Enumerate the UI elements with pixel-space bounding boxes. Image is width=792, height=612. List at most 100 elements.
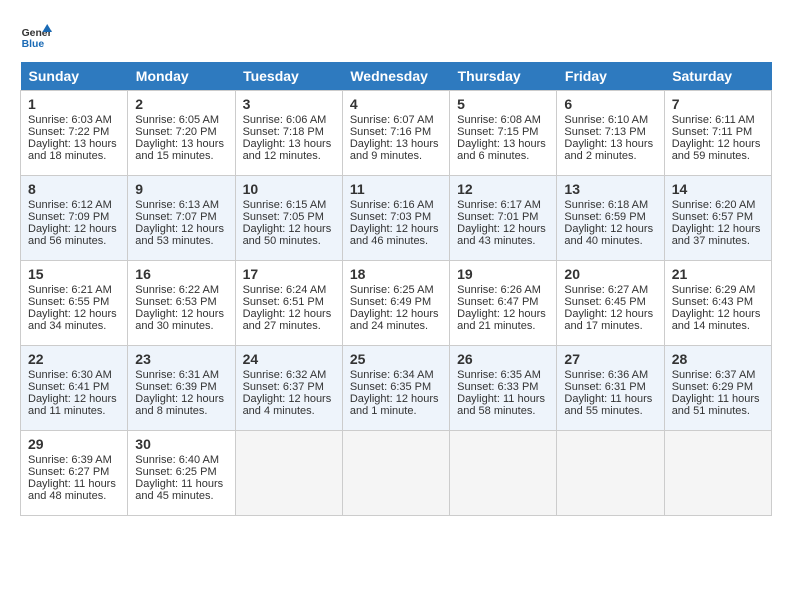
table-row: 28Sunrise: 6:37 AMSunset: 6:29 PMDayligh… (664, 346, 771, 431)
day-number: 25 (350, 351, 442, 367)
sunrise-text: Sunrise: 6:05 AM (135, 114, 219, 126)
calendar-table: Sunday Monday Tuesday Wednesday Thursday… (20, 62, 772, 516)
sunset-text: Sunset: 7:13 PM (564, 126, 645, 138)
daylight-text: Daylight: 12 hours and 21 minutes. (457, 308, 546, 332)
day-number: 27 (564, 351, 656, 367)
sunset-text: Sunset: 7:07 PM (135, 211, 216, 223)
sunset-text: Sunset: 7:05 PM (243, 211, 324, 223)
table-row: 7Sunrise: 6:11 AMSunset: 7:11 PMDaylight… (664, 91, 771, 176)
sunset-text: Sunset: 6:51 PM (243, 296, 324, 308)
sunrise-text: Sunrise: 6:08 AM (457, 114, 541, 126)
col-saturday: Saturday (664, 62, 771, 91)
sunrise-text: Sunrise: 6:25 AM (350, 284, 434, 296)
day-number: 5 (457, 96, 549, 112)
sunrise-text: Sunrise: 6:34 AM (350, 369, 434, 381)
sunset-text: Sunset: 6:25 PM (135, 466, 216, 478)
sunrise-text: Sunrise: 6:37 AM (672, 369, 756, 381)
day-number: 10 (243, 181, 335, 197)
col-thursday: Thursday (450, 62, 557, 91)
calendar-row: 22Sunrise: 6:30 AMSunset: 6:41 PMDayligh… (21, 346, 772, 431)
daylight-text: Daylight: 12 hours and 27 minutes. (243, 308, 332, 332)
sunset-text: Sunset: 7:16 PM (350, 126, 431, 138)
day-number: 22 (28, 351, 120, 367)
sunset-text: Sunset: 6:39 PM (135, 381, 216, 393)
day-number: 19 (457, 266, 549, 282)
sunset-text: Sunset: 6:57 PM (672, 211, 753, 223)
sunset-text: Sunset: 7:18 PM (243, 126, 324, 138)
day-number: 24 (243, 351, 335, 367)
table-row: 15Sunrise: 6:21 AMSunset: 6:55 PMDayligh… (21, 261, 128, 346)
sunrise-text: Sunrise: 6:17 AM (457, 199, 541, 211)
sunrise-text: Sunrise: 6:24 AM (243, 284, 327, 296)
day-number: 14 (672, 181, 764, 197)
day-number: 13 (564, 181, 656, 197)
table-row: 25Sunrise: 6:34 AMSunset: 6:35 PMDayligh… (342, 346, 449, 431)
sunrise-text: Sunrise: 6:21 AM (28, 284, 112, 296)
sunset-text: Sunset: 6:43 PM (672, 296, 753, 308)
daylight-text: Daylight: 12 hours and 30 minutes. (135, 308, 224, 332)
table-row: 26Sunrise: 6:35 AMSunset: 6:33 PMDayligh… (450, 346, 557, 431)
sunrise-text: Sunrise: 6:07 AM (350, 114, 434, 126)
daylight-text: Daylight: 11 hours and 55 minutes. (564, 393, 652, 417)
sunrise-text: Sunrise: 6:32 AM (243, 369, 327, 381)
table-row: 14Sunrise: 6:20 AMSunset: 6:57 PMDayligh… (664, 176, 771, 261)
sunset-text: Sunset: 6:29 PM (672, 381, 753, 393)
table-row: 4Sunrise: 6:07 AMSunset: 7:16 PMDaylight… (342, 91, 449, 176)
table-row (664, 431, 771, 516)
sunset-text: Sunset: 7:03 PM (350, 211, 431, 223)
sunrise-text: Sunrise: 6:30 AM (28, 369, 112, 381)
sunrise-text: Sunrise: 6:31 AM (135, 369, 219, 381)
sunrise-text: Sunrise: 6:40 AM (135, 454, 219, 466)
daylight-text: Daylight: 11 hours and 45 minutes. (135, 478, 223, 502)
table-row: 20Sunrise: 6:27 AMSunset: 6:45 PMDayligh… (557, 261, 664, 346)
sunset-text: Sunset: 7:15 PM (457, 126, 538, 138)
day-number: 3 (243, 96, 335, 112)
day-number: 29 (28, 436, 120, 452)
sunrise-text: Sunrise: 6:03 AM (28, 114, 112, 126)
daylight-text: Daylight: 12 hours and 37 minutes. (672, 223, 761, 247)
col-monday: Monday (128, 62, 235, 91)
svg-text:Blue: Blue (22, 39, 45, 50)
page-header: General Blue (20, 20, 772, 52)
daylight-text: Daylight: 11 hours and 48 minutes. (28, 478, 116, 502)
daylight-text: Daylight: 12 hours and 59 minutes. (672, 138, 761, 162)
header-row: Sunday Monday Tuesday Wednesday Thursday… (21, 62, 772, 91)
sunrise-text: Sunrise: 6:11 AM (672, 114, 755, 126)
col-tuesday: Tuesday (235, 62, 342, 91)
table-row (450, 431, 557, 516)
sunrise-text: Sunrise: 6:36 AM (564, 369, 648, 381)
day-number: 30 (135, 436, 227, 452)
table-row: 10 Sunrise: 6:15 AMSunset: 7:05 PMDayligh… (235, 176, 342, 261)
sunset-text: Sunset: 6:31 PM (564, 381, 645, 393)
day-number: 16 (135, 266, 227, 282)
table-row: 13Sunrise: 6:18 AMSunset: 6:59 PMDayligh… (557, 176, 664, 261)
table-row: 29Sunrise: 6:39 AMSunset: 6:27 PMDayligh… (21, 431, 128, 516)
table-row: 23Sunrise: 6:31 AMSunset: 6:39 PMDayligh… (128, 346, 235, 431)
calendar-row: 8Sunrise: 6:12 AMSunset: 7:09 PMDaylight… (21, 176, 772, 261)
sunset-text: Sunset: 6:53 PM (135, 296, 216, 308)
daylight-text: Daylight: 12 hours and 50 minutes. (243, 223, 332, 247)
logo-icon: General Blue (20, 20, 52, 52)
table-row: 30 Sunrise: 6:40 AMSunset: 6:25 PMDayligh… (128, 431, 235, 516)
table-row: 1Sunrise: 6:03 AMSunset: 7:22 PMDaylight… (21, 91, 128, 176)
day-number: 12 (457, 181, 549, 197)
table-row: 8Sunrise: 6:12 AMSunset: 7:09 PMDaylight… (21, 176, 128, 261)
sunset-text: Sunset: 6:27 PM (28, 466, 109, 478)
daylight-text: Daylight: 12 hours and 56 minutes. (28, 223, 117, 247)
daylight-text: Daylight: 13 hours and 18 minutes. (28, 138, 117, 162)
sunrise-text: Sunrise: 6:15 AM (243, 199, 327, 211)
sunrise-text: Sunrise: 6:10 AM (564, 114, 648, 126)
day-number: 2 (135, 96, 227, 112)
table-row: 27 Sunrise: 6:36 AMSunset: 6:31 PMDayligh… (557, 346, 664, 431)
day-number: 18 (350, 266, 442, 282)
daylight-text: Daylight: 13 hours and 12 minutes. (243, 138, 332, 162)
daylight-text: Daylight: 12 hours and 43 minutes. (457, 223, 546, 247)
sunrise-text: Sunrise: 6:29 AM (672, 284, 756, 296)
calendar-row: 29Sunrise: 6:39 AMSunset: 6:27 PMDayligh… (21, 431, 772, 516)
daylight-text: Daylight: 12 hours and 1 minute. (350, 393, 439, 417)
day-number: 28 (672, 351, 764, 367)
daylight-text: Daylight: 12 hours and 24 minutes. (350, 308, 439, 332)
sunset-text: Sunset: 7:22 PM (28, 126, 109, 138)
day-number: 7 (672, 96, 764, 112)
daylight-text: Daylight: 12 hours and 4 minutes. (243, 393, 332, 417)
